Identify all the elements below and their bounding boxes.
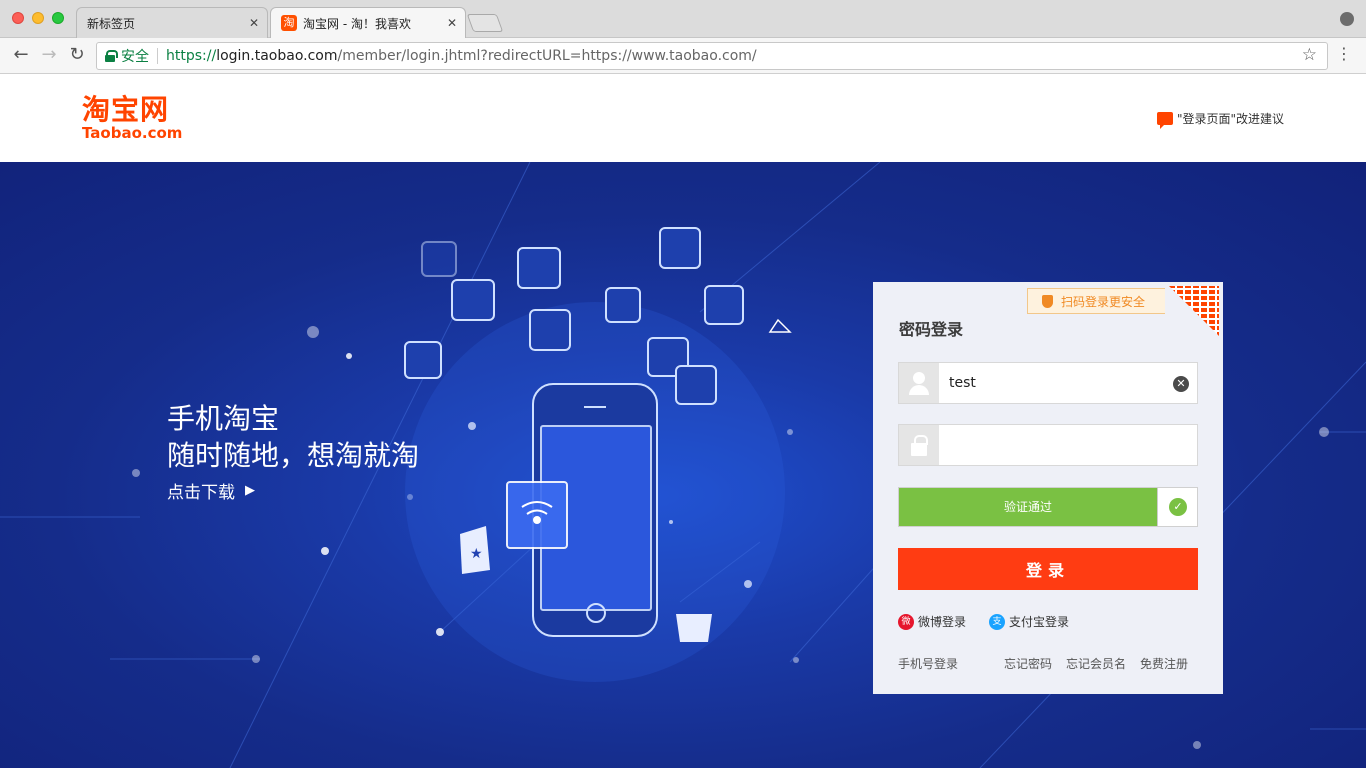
qr-code-toggle[interactable] [1165, 282, 1223, 340]
back-button[interactable]: ← [10, 44, 32, 66]
svg-text:★: ★ [470, 546, 483, 562]
tab-close-icon[interactable]: ✕ [447, 16, 457, 30]
password-field [898, 424, 1198, 466]
slider-status-label: 验证通过 [1003, 500, 1052, 514]
username-input[interactable] [939, 363, 1197, 403]
alipay-login-link[interactable]: 支 支付宝登录 [989, 613, 1069, 630]
password-input[interactable] [939, 425, 1197, 465]
address-bar[interactable]: 安全 https:// login.taobao.com /member/log… [96, 42, 1328, 70]
forgot-password-link[interactable]: 忘记密码 [1004, 655, 1052, 672]
tab-taobao[interactable]: 淘 淘宝网 - 淘！我喜欢 ✕ [270, 7, 466, 38]
user-icon [899, 363, 939, 403]
taobao-favicon-icon: 淘 [281, 15, 297, 31]
browser-toolbar: ← → ↻ 安全 https:// login.taobao.com /memb… [0, 38, 1366, 74]
page-header: 淘宝网 Taobao.com "登录页面"改进建议 [0, 75, 1366, 162]
forgot-member-link[interactable]: 忘记会员名 [1066, 655, 1126, 672]
divider [157, 48, 158, 64]
feedback-link[interactable]: "登录页面"改进建议 [1156, 110, 1284, 129]
weibo-icon: 微 [898, 613, 914, 630]
feedback-label: "登录页面"改进建议 [1176, 112, 1284, 126]
captcha-slider[interactable]: 验证通过 ✓ [898, 487, 1198, 527]
qr-tip-label: 扫码登录更安全 [1060, 294, 1145, 309]
lock-icon [105, 50, 118, 62]
logo-chinese: 淘宝网 [82, 93, 170, 126]
play-arrow-icon: ▶ [245, 483, 255, 498]
username-field: ✕ [898, 362, 1198, 404]
login-panel: 扫码登录更安全 密码登录 ✕ 验证通过 ✓ 登录 微 微博登录 支 支付宝登录 … [873, 282, 1223, 694]
forward-button[interactable]: → [38, 44, 60, 66]
tab-close-icon[interactable]: ✕ [249, 16, 259, 30]
profile-icon[interactable] [1340, 12, 1354, 26]
check-icon: ✓ [1169, 498, 1187, 516]
clear-input-icon[interactable]: ✕ [1173, 376, 1189, 392]
tab-title: 淘宝网 - 淘！我喜欢 [303, 16, 411, 31]
slider-handle[interactable]: ✓ [1157, 488, 1197, 526]
minimize-window-button[interactable] [32, 12, 44, 24]
tab-title: 新标签页 [87, 16, 136, 31]
alipay-login-label: 支付宝登录 [1009, 615, 1070, 629]
qr-login-tip[interactable]: 扫码登录更安全 [1026, 288, 1166, 314]
zoom-window-button[interactable] [52, 12, 64, 24]
reload-button[interactable]: ↻ [66, 44, 88, 66]
promo-title: 手机淘宝 [167, 402, 280, 435]
chat-bubble-icon [1156, 112, 1173, 129]
logo-english: Taobao.com [82, 124, 183, 142]
new-tab-button[interactable] [466, 14, 504, 32]
login-button[interactable]: 登录 [898, 548, 1198, 590]
browser-tab-bar: 新标签页 ✕ 淘 淘宝网 - 淘！我喜欢 ✕ [0, 0, 1366, 38]
download-link[interactable]: 点击下载 ▶ [167, 478, 255, 503]
qr-code-icon [1169, 286, 1219, 336]
close-window-button[interactable] [12, 12, 24, 24]
download-label: 点击下载 [167, 483, 235, 503]
weibo-login-link[interactable]: 微 微博登录 [898, 613, 966, 630]
alipay-icon: 支 [989, 613, 1005, 630]
security-label: 安全 [121, 49, 149, 65]
url-scheme: https:// [166, 48, 217, 64]
taobao-logo[interactable]: 淘宝网 Taobao.com [82, 93, 194, 142]
weibo-login-label: 微博登录 [918, 615, 967, 629]
lock-icon [899, 425, 939, 465]
browser-menu-icon[interactable]: ⋮ [1336, 44, 1352, 63]
register-link[interactable]: 免费注册 [1140, 655, 1188, 672]
promo-subtitle: 随时随地，想淘就淘 [167, 439, 420, 472]
bookmark-star-icon[interactable]: ☆ [1302, 45, 1317, 65]
url-host: login.taobao.com [216, 48, 338, 64]
shield-icon [1041, 294, 1053, 308]
url-path: /member/login.jhtml?redirectURL=https://… [337, 48, 757, 64]
tab-new-tab[interactable]: 新标签页 ✕ [76, 7, 268, 38]
app-promo: 手机淘宝 随时随地，想淘就淘 点击下载 ▶ [167, 402, 419, 503]
phone-login-link[interactable]: 手机号登录 [898, 655, 958, 672]
login-title: 密码登录 [899, 320, 964, 339]
